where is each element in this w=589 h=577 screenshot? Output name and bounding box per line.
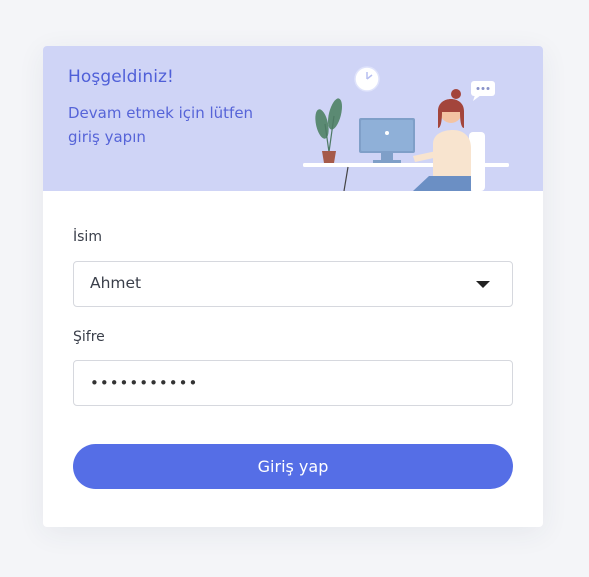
- chat-bubble-icon: [471, 81, 495, 101]
- login-button[interactable]: Giriş yap: [73, 444, 513, 489]
- password-input[interactable]: •••••••••••: [90, 361, 490, 405]
- welcome-banner: Hoşgeldiniz! Devam etmek için lütfen gir…: [43, 46, 543, 191]
- password-field[interactable]: •••••••••••: [73, 360, 513, 406]
- clock-icon: [354, 66, 380, 92]
- login-card: Hoşgeldiniz! Devam etmek için lütfen gir…: [43, 46, 543, 527]
- welcome-subtitle: Devam etmek için lütfen giriş yapın: [68, 104, 254, 146]
- plant-icon: [315, 98, 342, 163]
- name-select[interactable]: Ahmet: [73, 261, 513, 307]
- chair: [469, 132, 485, 191]
- monitor-icon: [359, 118, 415, 163]
- name-label: İsim: [73, 229, 102, 245]
- woman-at-desk-illustration: [303, 66, 509, 191]
- name-select-value: Ahmet: [90, 274, 142, 292]
- chevron-down-icon: [476, 281, 490, 288]
- welcome-title: Hoşgeldiniz!: [68, 67, 174, 87]
- password-label: Şifre: [73, 329, 105, 345]
- woman-figure: [413, 89, 471, 191]
